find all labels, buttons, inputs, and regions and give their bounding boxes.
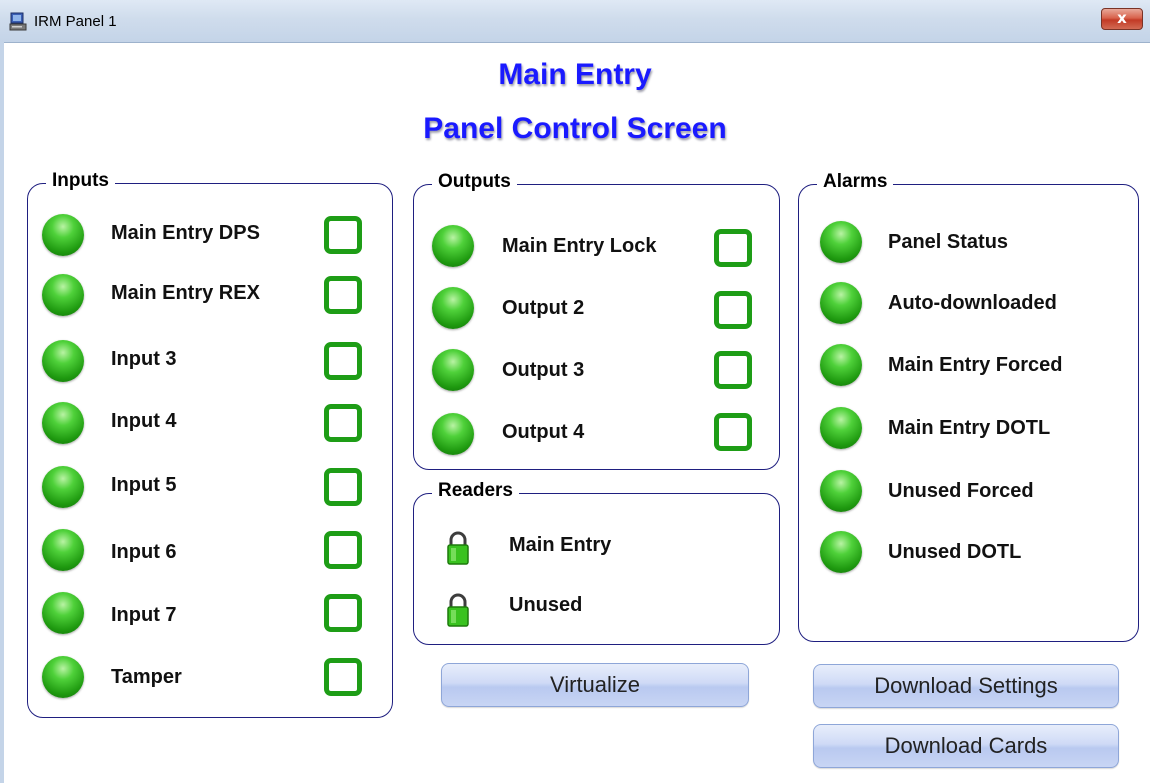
input-checkbox[interactable]	[324, 276, 362, 314]
status-led-icon	[820, 221, 862, 263]
window-frame-left	[0, 42, 4, 783]
alarm-label: Auto-downloaded	[888, 292, 1057, 314]
output-checkbox[interactable]	[714, 351, 752, 389]
status-led-icon	[42, 466, 84, 508]
status-led-icon	[432, 225, 474, 267]
close-button[interactable]: x	[1101, 8, 1143, 30]
status-led-icon	[820, 470, 862, 512]
status-led-icon	[432, 287, 474, 329]
output-row: Output 2	[414, 285, 781, 331]
padlock-icon	[447, 531, 469, 565]
input-checkbox[interactable]	[324, 468, 362, 506]
output-row: Output 4	[414, 411, 781, 457]
download-settings-button[interactable]: Download Settings	[813, 664, 1119, 708]
readers-group: Readers Main Entry Unused	[413, 480, 781, 645]
page-subtitle: Panel Control Screen	[423, 112, 727, 145]
input-checkbox[interactable]	[324, 342, 362, 380]
input-label: Input 4	[111, 410, 177, 432]
input-checkbox[interactable]	[324, 658, 362, 696]
alarm-row: Unused Forced	[799, 468, 1140, 514]
status-led-icon	[432, 413, 474, 455]
input-checkbox[interactable]	[324, 216, 362, 254]
alarm-label: Main Entry Forced	[888, 354, 1063, 376]
readers-group-title: Readers	[432, 480, 519, 502]
input-label: Main Entry DPS	[111, 222, 260, 244]
status-led-icon	[42, 592, 84, 634]
input-row: Main Entry REX	[28, 272, 394, 318]
status-led-icon	[42, 340, 84, 382]
status-led-icon	[820, 344, 862, 386]
input-checkbox[interactable]	[324, 594, 362, 632]
status-led-icon	[820, 531, 862, 573]
input-checkbox[interactable]	[324, 404, 362, 442]
output-label: Output 2	[502, 297, 585, 319]
status-led-icon	[42, 214, 84, 256]
reader-row: Main Entry	[414, 528, 781, 574]
output-label: Output 3	[502, 359, 585, 381]
computer-icon	[9, 12, 27, 31]
alarm-label: Panel Status	[888, 231, 1009, 253]
reader-label: Unused	[509, 594, 583, 616]
output-checkbox[interactable]	[714, 413, 752, 451]
output-row: Main Entry Lock	[414, 223, 781, 269]
padlock-icon	[447, 593, 469, 627]
inputs-group: Inputs Main Entry DPS Main Entry REX Inp…	[27, 170, 394, 718]
input-row: Input 4	[28, 400, 394, 446]
status-led-icon	[42, 274, 84, 316]
input-label: Input 5	[111, 474, 177, 496]
alarms-group: Alarms Panel Status Auto-downloaded Main…	[798, 171, 1140, 642]
input-row: Input 5	[28, 464, 394, 510]
alarm-row: Main Entry Forced	[799, 342, 1140, 388]
alarm-row: Main Entry DOTL	[799, 405, 1140, 451]
status-led-icon	[42, 529, 84, 571]
status-led-icon	[42, 402, 84, 444]
output-checkbox[interactable]	[714, 291, 752, 329]
reader-row: Unused	[414, 588, 781, 634]
output-label: Output 4	[502, 421, 585, 443]
input-row: Tamper	[28, 654, 394, 700]
inputs-group-title: Inputs	[46, 170, 115, 192]
output-checkbox[interactable]	[714, 229, 752, 267]
input-label: Input 3	[111, 348, 177, 370]
output-row: Output 3	[414, 347, 781, 393]
input-label: Main Entry REX	[111, 282, 260, 304]
download-cards-button[interactable]: Download Cards	[813, 724, 1119, 768]
alarm-row: Panel Status	[799, 219, 1140, 265]
window-title: IRM Panel 1	[34, 13, 117, 30]
status-led-icon	[432, 349, 474, 391]
title-bar: IRM Panel 1 x	[0, 0, 1150, 43]
input-label: Input 7	[111, 604, 177, 626]
alarm-label: Unused DOTL	[888, 541, 1022, 563]
close-icon: x	[1117, 9, 1127, 27]
input-row: Input 3	[28, 338, 394, 384]
status-led-icon	[820, 282, 862, 324]
alarm-label: Unused Forced	[888, 480, 1034, 502]
irm-panel-window: IRM Panel 1 x Main Entry Panel Control S…	[0, 0, 1150, 783]
alarm-row: Auto-downloaded	[799, 280, 1140, 326]
input-label: Input 6	[111, 541, 177, 563]
output-label: Main Entry Lock	[502, 235, 657, 257]
input-row: Input 6	[28, 527, 394, 573]
input-row: Main Entry DPS	[28, 212, 394, 258]
virtualize-button[interactable]: Virtualize	[441, 663, 749, 707]
status-led-icon	[820, 407, 862, 449]
alarm-row: Unused DOTL	[799, 529, 1140, 575]
input-checkbox[interactable]	[324, 531, 362, 569]
page-title: Main Entry	[498, 58, 652, 91]
alarm-label: Main Entry DOTL	[888, 417, 1051, 439]
outputs-group-title: Outputs	[432, 171, 517, 193]
reader-label: Main Entry	[509, 534, 612, 556]
alarms-group-title: Alarms	[817, 171, 894, 193]
input-row: Input 7	[28, 590, 394, 636]
input-label: Tamper	[111, 666, 182, 688]
outputs-group: Outputs Main Entry Lock Output 2 Output …	[413, 171, 781, 470]
status-led-icon	[42, 656, 84, 698]
